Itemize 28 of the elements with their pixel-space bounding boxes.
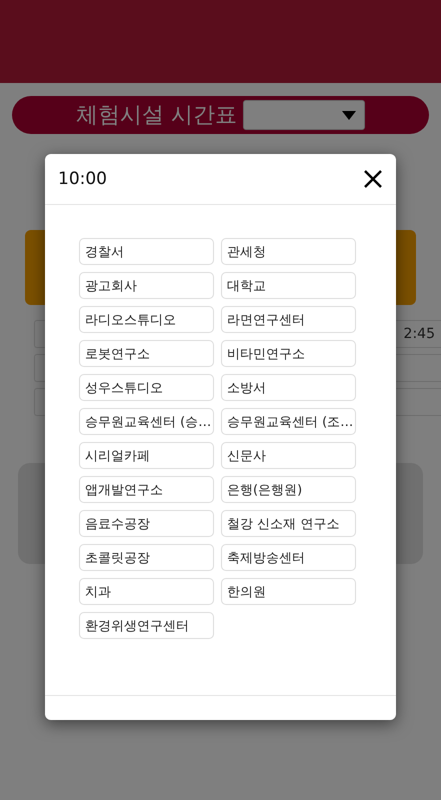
facility-button[interactable]: 철강 신소재 연구소 <box>221 510 356 537</box>
dropdown-caret-icon <box>342 110 356 120</box>
page-title: 체험시설 시간표 <box>76 102 237 130</box>
facility-button[interactable]: 광고회사 <box>79 272 214 299</box>
facility-button[interactable]: 승무원교육센터 (승… <box>79 408 214 435</box>
facility-button[interactable]: 소방서 <box>221 374 356 401</box>
facility-button[interactable]: 환경위생연구센터 <box>79 612 214 639</box>
facility-button[interactable]: 음료수공장 <box>79 510 214 537</box>
facility-button[interactable]: 한의원 <box>221 578 356 605</box>
facility-button[interactable]: 관세청 <box>221 238 356 265</box>
facility-button[interactable]: 경찰서 <box>79 238 214 265</box>
facility-button[interactable]: 앱개발연구소 <box>79 476 214 503</box>
facility-button[interactable]: 대학교 <box>221 272 356 299</box>
time-text: 2:45 <box>404 326 435 342</box>
facility-button[interactable]: 로봇연구소 <box>79 340 214 367</box>
facility-button[interactable]: 라디오스튜디오 <box>79 306 214 333</box>
facility-button[interactable]: 비타민연구소 <box>221 340 356 367</box>
facility-button[interactable]: 승무원교육센터 (조… <box>221 408 356 435</box>
facility-button[interactable]: 초콜릿공장 <box>79 544 214 571</box>
facility-button[interactable]: 은행(은행원) <box>221 476 356 503</box>
dialog-title: 10:00 <box>58 169 107 189</box>
facility-button[interactable]: 성우스튜디오 <box>79 374 214 401</box>
facility-button[interactable]: 치과 <box>79 578 214 605</box>
facility-button[interactable]: 라면연구센터 <box>221 306 356 333</box>
close-button[interactable] <box>362 168 384 190</box>
facility-button[interactable]: 시리얼카페 <box>79 442 214 469</box>
facility-button[interactable]: 신문사 <box>221 442 356 469</box>
facility-button[interactable]: 축제방송센터 <box>221 544 356 571</box>
